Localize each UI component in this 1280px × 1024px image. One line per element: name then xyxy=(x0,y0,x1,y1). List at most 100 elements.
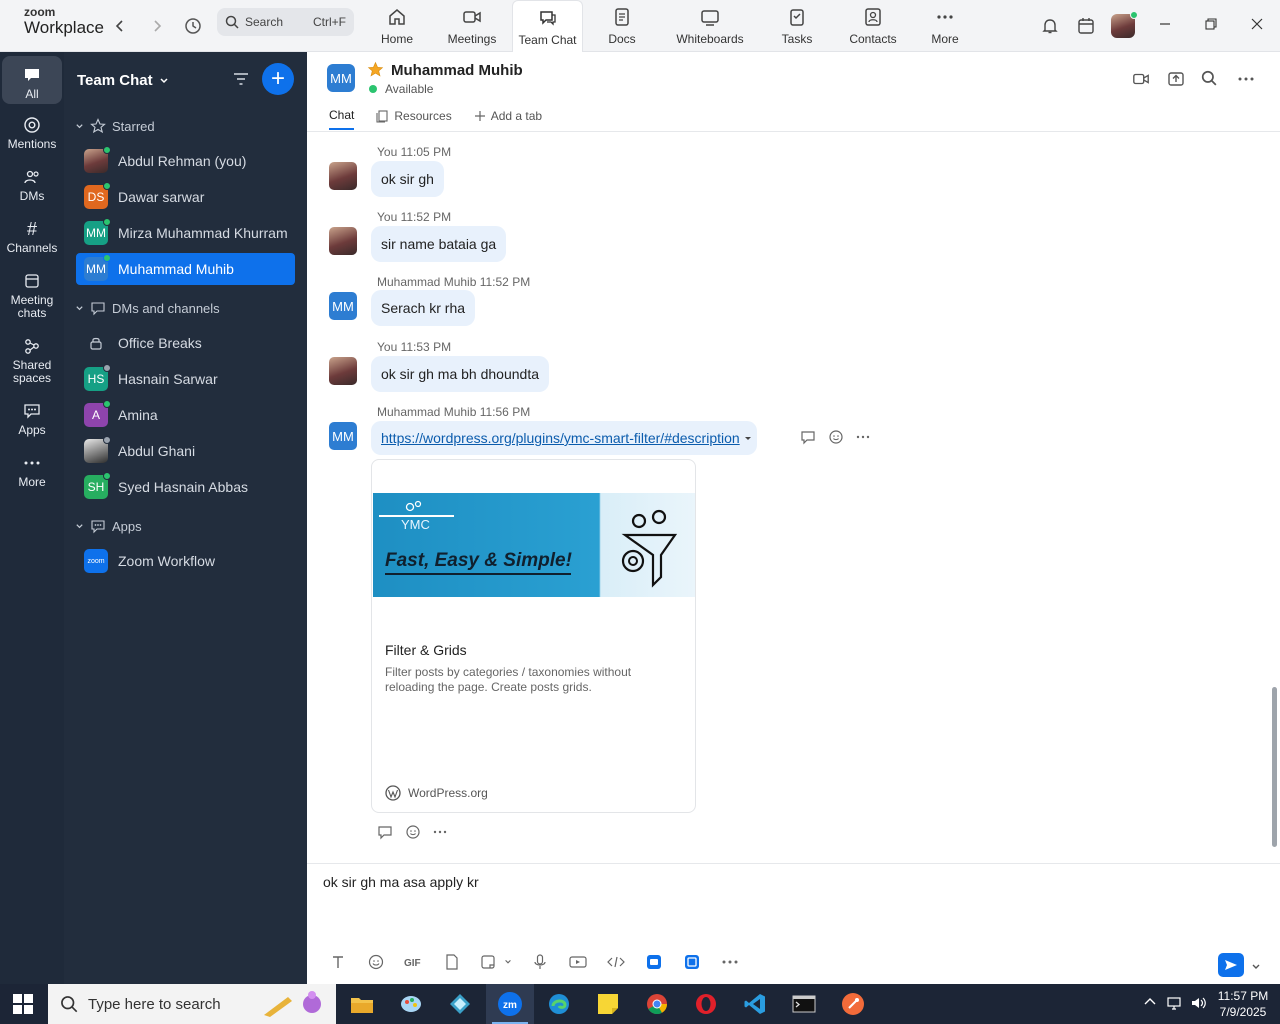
new-chat-button[interactable]: + xyxy=(262,63,294,95)
rail-mentions[interactable]: Mentions xyxy=(2,112,62,151)
windows-start-icon[interactable] xyxy=(12,993,34,1018)
app-diamond-icon[interactable] xyxy=(436,984,484,1024)
star-filled-icon[interactable] xyxy=(367,61,384,81)
rail-more[interactable]: More xyxy=(2,450,62,489)
rail-all[interactable]: All xyxy=(2,56,62,104)
sidebar-item-dawar-sarwar[interactable]: DS Dawar sarwar xyxy=(76,181,295,213)
profile-avatar[interactable] xyxy=(1110,11,1138,39)
scrollbar-thumb[interactable] xyxy=(1272,687,1277,847)
bell-icon[interactable] xyxy=(1037,13,1063,39)
volume-icon[interactable] xyxy=(1190,995,1208,1014)
tab-add[interactable]: Add a tab xyxy=(474,108,542,130)
message-link[interactable]: https://wordpress.org/plugins/ymc-smart-… xyxy=(381,430,740,446)
zoom-taskbar-icon[interactable]: zm xyxy=(486,984,534,1024)
message-bubble[interactable]: Serach kr rha xyxy=(371,290,476,326)
network-icon[interactable] xyxy=(1166,995,1184,1014)
search-box[interactable]: Search Ctrl+F xyxy=(217,8,354,36)
message-bubble[interactable]: ok sir gh xyxy=(371,161,444,197)
rail-shared-spaces[interactable]: Shared spaces xyxy=(2,333,62,385)
sidebar-item-office-breaks[interactable]: Office Breaks xyxy=(76,327,295,359)
sidebar-title[interactable]: Team Chat xyxy=(77,72,169,89)
avatar[interactable]: MM xyxy=(329,422,357,450)
back-icon[interactable] xyxy=(107,13,133,39)
screenshot-icon[interactable] xyxy=(471,954,521,970)
contact-name[interactable]: Muhammad Muhib xyxy=(391,62,523,79)
message-list[interactable]: You 11:05 PM ok sir gh You 11:52 PM sir … xyxy=(307,132,1280,863)
avatar[interactable] xyxy=(329,357,357,385)
sidebar-item-amina[interactable]: A Amina xyxy=(76,399,295,431)
emoji-add-icon[interactable] xyxy=(405,824,421,840)
emoji-icon[interactable] xyxy=(357,954,395,970)
minimize-icon[interactable] xyxy=(1153,12,1177,36)
restore-icon[interactable] xyxy=(1199,12,1223,36)
app-shortcut-icon[interactable] xyxy=(635,954,673,970)
contact-avatar[interactable]: MM xyxy=(327,64,355,92)
nav-contacts[interactable]: Contacts xyxy=(846,0,900,52)
tab-resources[interactable]: Resources xyxy=(376,108,452,130)
taskbar-clock[interactable]: 11:57 PM 7/9/2025 xyxy=(1212,988,1274,1020)
chrome-icon[interactable] xyxy=(633,984,681,1024)
paint-app-icon[interactable] xyxy=(387,984,435,1024)
send-button[interactable] xyxy=(1218,953,1244,977)
postman-icon[interactable] xyxy=(829,984,877,1024)
emoji-add-icon[interactable] xyxy=(828,429,844,445)
gif-icon[interactable]: GIF xyxy=(395,956,433,968)
edge-browser-icon[interactable] xyxy=(535,984,583,1024)
video-call-icon[interactable] xyxy=(1132,70,1150,91)
history-icon[interactable] xyxy=(180,13,206,39)
more-tools-icon[interactable] xyxy=(711,959,749,965)
file-explorer-icon[interactable] xyxy=(338,984,386,1024)
tray-chevron-up-icon[interactable] xyxy=(1143,995,1157,1012)
tab-chat[interactable]: Chat xyxy=(329,108,355,130)
message-bubble[interactable]: ok sir gh ma bh dhoundta xyxy=(371,356,549,392)
avatar[interactable] xyxy=(329,162,357,190)
search-icon[interactable] xyxy=(1201,70,1217,89)
message-bubble[interactable]: sir name bataia ga xyxy=(371,226,507,262)
nav-more[interactable]: More xyxy=(926,0,964,52)
close-icon[interactable] xyxy=(1245,12,1269,36)
rail-meeting-chats[interactable]: Meeting chats xyxy=(2,268,62,320)
calendar-icon[interactable] xyxy=(1073,13,1099,39)
taskbar-search[interactable]: Type here to search xyxy=(48,984,336,1024)
app-shortcut-2-icon[interactable] xyxy=(673,954,711,970)
more-dots-icon[interactable] xyxy=(856,430,870,444)
section-dms-channels[interactable]: DMs and channels xyxy=(75,300,220,316)
section-starred[interactable]: Starred xyxy=(75,118,155,134)
nav-team-chat[interactable]: Team Chat xyxy=(512,0,583,53)
chevron-down-icon[interactable] xyxy=(504,958,512,966)
more-dots-icon[interactable] xyxy=(433,825,447,839)
filter-icon[interactable] xyxy=(232,70,250,91)
microphone-icon[interactable] xyxy=(521,954,559,970)
rail-channels[interactable]: # Channels xyxy=(2,216,62,255)
sidebar-item-mirza-khurram[interactable]: MM Mirza Muhammad Khurram xyxy=(76,217,295,249)
message-input[interactable] xyxy=(323,874,1223,890)
vscode-icon[interactable] xyxy=(731,984,779,1024)
avatar[interactable] xyxy=(329,227,357,255)
section-apps[interactable]: Apps xyxy=(75,518,142,534)
video-message-icon[interactable] xyxy=(559,955,597,969)
rail-dms[interactable]: DMs xyxy=(2,164,62,203)
sidebar-item-hasnain-sarwar[interactable]: HS Hasnain Sarwar xyxy=(76,363,295,395)
caret-down-icon[interactable] xyxy=(743,433,753,443)
more-options-icon[interactable] xyxy=(1237,70,1255,91)
nav-meetings[interactable]: Meetings xyxy=(442,0,502,52)
reply-icon[interactable] xyxy=(377,824,393,840)
nav-tasks[interactable]: Tasks xyxy=(777,0,817,52)
rail-apps[interactable]: Apps xyxy=(2,398,62,437)
format-text-icon[interactable] xyxy=(319,954,357,970)
sticky-notes-icon[interactable] xyxy=(584,984,632,1024)
nav-whiteboards[interactable]: Whiteboards xyxy=(672,0,748,52)
avatar[interactable]: MM xyxy=(329,292,357,320)
link-preview-card[interactable]: YMC Fast, Easy & Simple! Filter & Grids … xyxy=(371,459,696,813)
file-icon[interactable] xyxy=(433,954,471,970)
sidebar-item-zoom-workflow[interactable]: zoom Zoom Workflow xyxy=(76,545,295,577)
message-bubble-link[interactable]: https://wordpress.org/plugins/ymc-smart-… xyxy=(371,421,757,455)
nav-home[interactable]: Home xyxy=(372,0,422,52)
sidebar-item-abdul-rehman[interactable]: Abdul Rehman (you) xyxy=(76,145,295,177)
terminal-icon[interactable] xyxy=(780,984,828,1024)
nav-docs[interactable]: Docs xyxy=(602,0,642,52)
reply-icon[interactable] xyxy=(800,429,816,445)
sidebar-item-abdul-ghani[interactable]: Abdul Ghani xyxy=(76,435,295,467)
forward-icon[interactable] xyxy=(144,13,170,39)
code-snippet-icon[interactable] xyxy=(597,955,635,969)
